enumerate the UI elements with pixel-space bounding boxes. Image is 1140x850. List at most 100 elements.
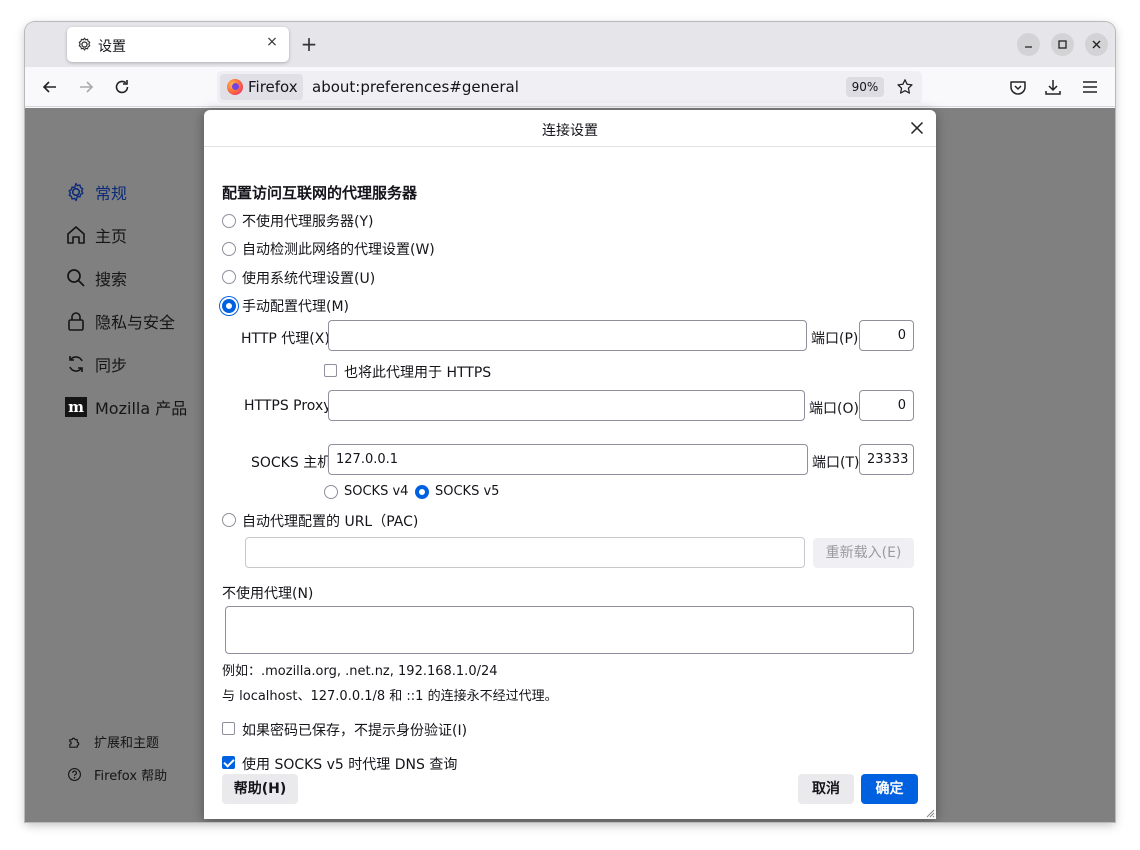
help-icon — [68, 768, 81, 781]
tab-title: 设置 — [98, 39, 126, 55]
https-proxy-label: HTTPS Proxy — [244, 398, 332, 414]
proxy-heading: 配置访问互联网的代理服务器 — [222, 184, 418, 202]
search-icon — [67, 269, 85, 287]
connection-settings-dialog: 连接设置 配置访问互联网的代理服务器 不使用代理服务器(Y) 自动检测此网络的代… — [204, 110, 936, 819]
no-proxy-label[interactable]: 不使用代理服务器(Y) — [242, 211, 373, 231]
auto-detect-label[interactable]: 自动检测此网络的代理设置(W) — [242, 239, 435, 259]
zoom-indicator[interactable]: 90% — [846, 77, 884, 97]
no-proxy-for-label: 不使用代理(N) — [222, 586, 314, 602]
minimize-button[interactable] — [1017, 33, 1040, 56]
mozilla-icon: m — [65, 397, 87, 417]
sidebar-item-label: 同步 — [95, 356, 128, 375]
close-tab-icon[interactable]: × — [265, 35, 279, 49]
socks-port-input[interactable]: 23333 — [859, 444, 914, 475]
reload-pac-button[interactable]: 重新载入(E) — [813, 538, 914, 568]
reload-icon[interactable] — [112, 77, 132, 97]
tab-settings[interactable]: 设置 × — [67, 27, 289, 62]
browser-window: 设置 × + Firefox about:preferences#general… — [25, 22, 1115, 822]
no-auth-prompt-checkbox[interactable] — [222, 722, 235, 735]
sidebar-item-search[interactable]: 搜索 — [65, 265, 127, 291]
identity-label: Firefox — [248, 78, 298, 96]
cancel-button[interactable]: 取消 — [798, 774, 854, 804]
socks-dns-checkbox[interactable] — [222, 756, 235, 769]
maximize-button[interactable] — [1051, 33, 1074, 56]
https-port-input[interactable]: 0 — [859, 390, 914, 421]
sidebar-item-mozilla-products[interactable]: m Mozilla 产品 — [65, 394, 187, 420]
socks-dns-label[interactable]: 使用 SOCKS v5 时代理 DNS 查询 — [242, 754, 457, 774]
gear-icon — [68, 182, 84, 202]
no-proxy-for-textarea[interactable] — [225, 606, 914, 654]
sidebar-item-label: 主页 — [95, 227, 128, 246]
tab-bar: 设置 × + — [25, 22, 1115, 67]
sidebar-item-label: 搜索 — [95, 270, 128, 289]
url-text[interactable]: about:preferences#general — [312, 78, 519, 96]
http-proxy-input[interactable] — [328, 320, 807, 351]
socks-v4-label[interactable]: SOCKS v4 — [344, 484, 408, 499]
no-auth-prompt-label[interactable]: 如果密码已保存，不提示身份验证(I) — [242, 720, 467, 740]
sidebar-item-label: 隐私与安全 — [95, 313, 176, 332]
system-proxy-radio[interactable] — [222, 270, 236, 284]
puzzle-icon — [69, 737, 80, 748]
navigation-toolbar: Firefox about:preferences#general 90% — [25, 67, 1115, 107]
resize-grip-icon[interactable] — [925, 808, 935, 818]
sidebar-item-label: 常规 — [95, 184, 128, 203]
back-icon[interactable] — [40, 77, 60, 97]
downloads-icon[interactable] — [1043, 77, 1063, 97]
close-window-button[interactable] — [1085, 33, 1108, 56]
ok-button[interactable]: 确定 — [861, 774, 918, 804]
sidebar-link-label: 扩展和主题 — [94, 736, 160, 751]
lock-icon — [68, 312, 84, 331]
also-https-checkbox[interactable] — [324, 364, 337, 377]
menu-icon[interactable] — [1080, 77, 1100, 97]
preferences-page: 常规 主页 搜索 隐私与安全 同步 m Mozilla 产品 扩展和主题 Fir — [25, 108, 1115, 822]
pac-url-label[interactable]: 自动代理配置的 URL（PAC) — [242, 511, 418, 531]
https-port-label: 端口(O) — [809, 401, 859, 417]
help-button[interactable]: 帮助(H) — [222, 774, 298, 804]
identity-box[interactable]: Firefox — [220, 74, 303, 100]
new-tab-button[interactable]: + — [298, 34, 320, 56]
socks-v4-radio[interactable] — [324, 485, 338, 499]
minimize-icon — [1025, 46, 1032, 48]
dialog-title: 连接设置 — [542, 123, 598, 139]
manual-proxy-label[interactable]: 手动配置代理(M) — [242, 296, 349, 316]
close-icon[interactable] — [910, 121, 924, 135]
firefox-logo-icon — [227, 79, 243, 95]
sidebar-link-label: Firefox 帮助 — [94, 769, 168, 784]
sidebar-item-privacy[interactable]: 隐私与安全 — [65, 308, 175, 334]
dialog-header: 连接设置 — [204, 110, 936, 147]
sidebar-item-sync[interactable]: 同步 — [65, 351, 127, 377]
sync-icon — [69, 356, 83, 372]
sidebar-extensions-link[interactable]: 扩展和主题 — [67, 732, 159, 751]
svg-text:m: m — [68, 398, 84, 416]
forward-icon[interactable] — [76, 77, 96, 97]
socks-host-label: SOCKS 主机 — [251, 455, 332, 471]
gear-icon — [78, 37, 91, 51]
http-proxy-label: HTTP 代理(X) — [241, 331, 330, 347]
http-port-input[interactable]: 0 — [859, 320, 914, 351]
no-proxy-radio[interactable] — [222, 214, 236, 228]
sidebar-item-general[interactable]: 常规 — [65, 179, 127, 205]
manual-proxy-radio[interactable] — [222, 299, 236, 313]
socks-v5-label[interactable]: SOCKS v5 — [435, 484, 499, 499]
home-icon — [67, 226, 85, 244]
auto-detect-radio[interactable] — [222, 242, 236, 256]
http-port-label: 端口(P) — [811, 331, 859, 347]
socks-v5-radio[interactable] — [415, 485, 429, 499]
example-note: 例如：.mozilla.org, .net.nz, 192.168.1.0/24 — [222, 664, 498, 679]
close-icon — [1092, 40, 1101, 49]
system-proxy-label[interactable]: 使用系统代理设置(U) — [242, 268, 375, 288]
socks-host-input[interactable]: 127.0.0.1 — [328, 444, 808, 475]
url-bar[interactable]: Firefox about:preferences#general 90% — [217, 71, 922, 103]
pac-url-input[interactable] — [245, 537, 805, 568]
localhost-note: 与 localhost、127.0.0.1/8 和 ::1 的连接永不经过代理。 — [222, 689, 558, 704]
sidebar-item-home[interactable]: 主页 — [65, 222, 127, 248]
pac-url-radio[interactable] — [222, 513, 236, 527]
bookmark-star-icon[interactable] — [896, 78, 914, 96]
also-https-label[interactable]: 也将此代理用于 HTTPS — [344, 362, 491, 382]
maximize-icon — [1058, 40, 1067, 49]
https-proxy-input[interactable] — [328, 390, 805, 421]
sidebar-item-label: Mozilla 产品 — [95, 399, 188, 418]
pocket-icon[interactable] — [1008, 77, 1028, 97]
sidebar-help-link[interactable]: Firefox 帮助 — [67, 765, 167, 784]
socks-port-label: 端口(T) — [812, 455, 860, 471]
